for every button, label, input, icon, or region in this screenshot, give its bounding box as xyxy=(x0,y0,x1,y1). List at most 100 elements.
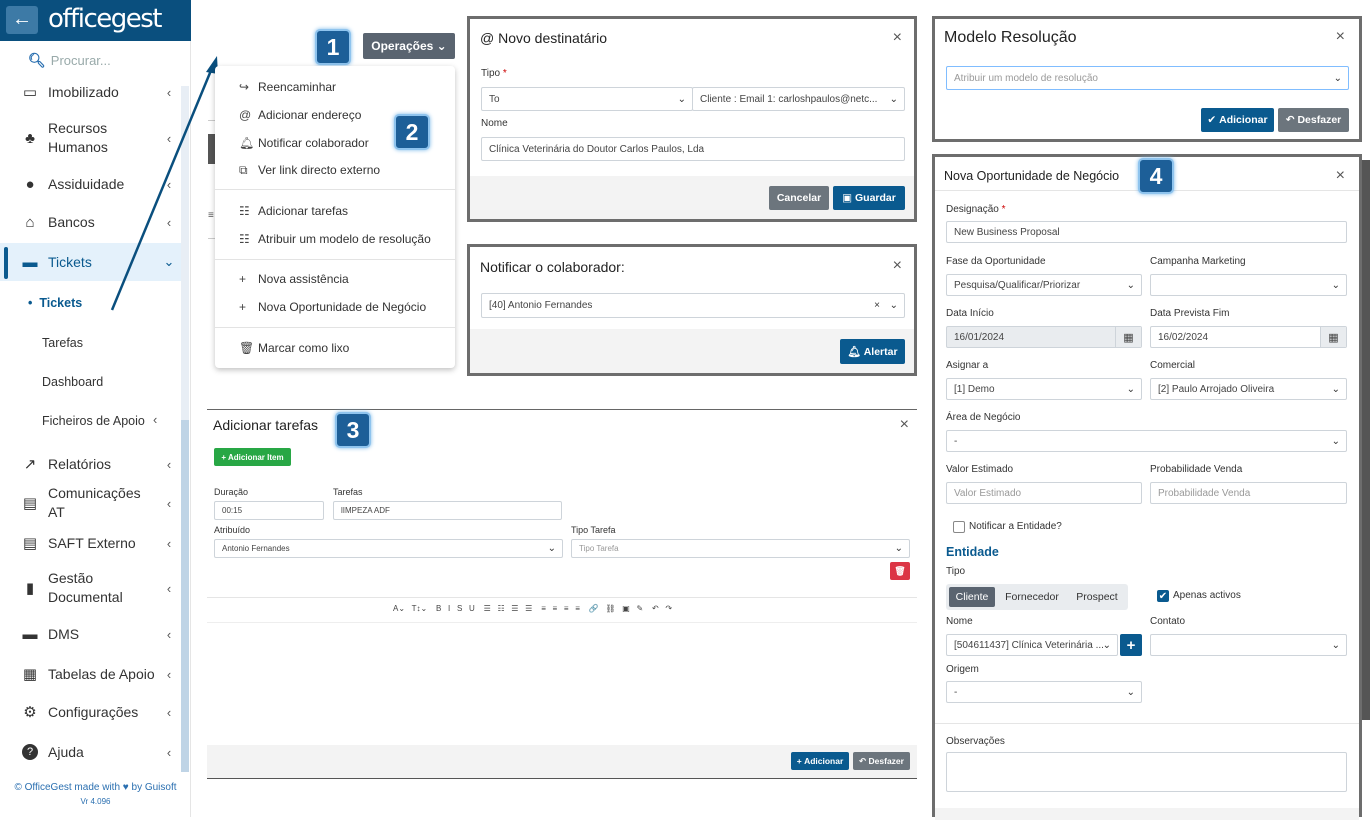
sidebar-item-configuracoes[interactable]: ⚙ Configurações ‹ xyxy=(0,700,181,724)
duracao-label: Duração xyxy=(214,487,249,497)
asignar-select[interactable]: [1] Demo ⌄ xyxy=(946,378,1142,400)
modelo-select[interactable]: Atribuir um modelo de resolução ⌄ xyxy=(946,66,1349,90)
chevron-left-icon: ‹ xyxy=(166,495,172,511)
designacao-input[interactable]: New Business Proposal xyxy=(946,221,1347,243)
nome-input[interactable]: Clínica Veterinária do Doutor Carlos Pau… xyxy=(481,137,905,161)
menu-item-atribuir-modelo[interactable]: ☷ Atribuir um modelo de resolução xyxy=(239,232,431,246)
undo-icon: ↶ xyxy=(859,755,869,766)
divider xyxy=(935,723,1359,724)
menu-item-reencaminhar[interactable]: ↪ Reencaminhar xyxy=(239,80,336,94)
close-icon[interactable]: × xyxy=(893,257,902,275)
apenas-activos-checkbox[interactable]: ✔ xyxy=(1157,590,1169,602)
tipo-select[interactable]: To ⌄ xyxy=(481,87,693,111)
sidebar-item-saft-externo[interactable]: ▤ SAFT Externo ‹ xyxy=(0,531,181,555)
chevron-down-icon: ⌄ xyxy=(1331,383,1340,395)
comercial-select[interactable]: [2] Paulo Arrojado Oliveira ⌄ xyxy=(1150,378,1347,400)
close-icon[interactable]: × xyxy=(1336,167,1345,185)
menu-item-ver-link[interactable]: ⧉ Ver link directo externo xyxy=(239,163,380,178)
add-entity-button[interactable]: + xyxy=(1120,634,1142,656)
data-fim-input[interactable]: 16/02/2024 ▦ xyxy=(1150,326,1347,348)
sidebar-subitem-tarefas[interactable]: Tarefas xyxy=(42,336,83,350)
tipo-prospect[interactable]: Prospect xyxy=(1069,587,1125,607)
campanha-select[interactable]: ⌄ xyxy=(1150,274,1347,296)
step-badge-1: 1 xyxy=(315,29,351,65)
menu-item-notificar-colaborador[interactable]: 🔔︎ Notificar colaborador xyxy=(239,136,369,150)
fase-select[interactable]: Pesquisa/Qualificar/Priorizar ⌄ xyxy=(946,274,1142,296)
sidebar-item-gestao-documental[interactable]: ▮ Gestão Documental ‹ xyxy=(0,568,181,608)
chevron-left-icon: ‹ xyxy=(166,580,172,596)
cliente-select[interactable]: Cliente : Email 1: carloshpaulos@netc...… xyxy=(692,87,905,111)
sidebar-item-tabelas-apoio[interactable]: ▦ Tabelas de Apoio ‹ xyxy=(0,662,181,686)
calendar-icon[interactable]: ▦ xyxy=(1115,327,1141,347)
atribuido-select[interactable]: Antonio Fernandes ⌄ xyxy=(214,539,563,558)
data-inicio-input[interactable]: 16/01/2024 ▦ xyxy=(946,326,1142,348)
step-badge-2: 2 xyxy=(394,114,430,150)
file-icon: ▮ xyxy=(25,580,35,597)
cancel-button[interactable]: Cancelar xyxy=(769,186,829,210)
add-button[interactable]: ✔ Adicionar xyxy=(1201,108,1274,132)
gear-icon: ⚙ xyxy=(23,704,37,721)
back-arrow-icon[interactable]: ← xyxy=(6,6,38,34)
observacoes-textarea[interactable] xyxy=(946,752,1347,792)
background-fragment xyxy=(1362,160,1370,720)
chevron-down-icon: ⌄ xyxy=(894,543,903,554)
operations-button[interactable]: Operações ⌄ xyxy=(363,33,455,59)
bell-icon: 🔔︎ xyxy=(847,346,864,358)
colaborador-select[interactable]: [40] Antonio Fernandes × ⌄ xyxy=(481,293,905,318)
close-icon[interactable]: × xyxy=(900,416,909,434)
add-button[interactable]: + Adicionar xyxy=(791,752,849,770)
undo-button[interactable]: ↶ Desfazer xyxy=(853,752,910,770)
area-select[interactable]: - ⌄ xyxy=(946,430,1347,452)
tipo-tarefa-select[interactable]: Tipo Tarefa ⌄ xyxy=(571,539,910,558)
add-item-button[interactable]: + Adicionar Item xyxy=(214,448,291,466)
chevron-left-icon: ‹ xyxy=(166,626,172,642)
menu-item-nova-assistencia[interactable]: + Nova assistência xyxy=(239,272,349,286)
contato-select[interactable]: ⌄ xyxy=(1150,634,1347,656)
adicionar-tarefas-modal: Adicionar tarefas × + Adicionar Item Dur… xyxy=(207,409,917,779)
nova-oportunidade-modal: Nova Oportunidade de Negócio × Designaçã… xyxy=(932,154,1362,820)
sidebar-subitem-dashboard[interactable]: Dashboard xyxy=(42,375,103,389)
calendar-icon[interactable]: ▦ xyxy=(1320,327,1346,347)
duracao-input[interactable]: 00:15 xyxy=(214,501,324,520)
sidebar-subitem-tickets[interactable]: • Tickets xyxy=(28,296,82,310)
undo-button[interactable]: ↶ Desfazer xyxy=(1278,108,1349,132)
table-icon: ▦ xyxy=(22,666,38,683)
menu-divider xyxy=(215,189,455,190)
sidebar-item-comunicacoes-at[interactable]: ▤ Comunicações AT ‹ xyxy=(0,485,181,520)
valor-label: Valor Estimado xyxy=(946,464,1014,475)
sidebar-item-dms[interactable]: ▬ DMS ‹ xyxy=(0,622,181,646)
prob-input[interactable]: Probabilidade Venda xyxy=(1150,482,1347,504)
close-icon[interactable]: × xyxy=(1336,28,1345,46)
menu-item-adicionar-endereco[interactable]: @ Adicionar endereço xyxy=(239,108,361,122)
origem-select[interactable]: - ⌄ xyxy=(946,681,1142,703)
editor-body[interactable] xyxy=(207,624,917,742)
menu-item-adicionar-tarefas[interactable]: ☷ Adicionar tarefas xyxy=(239,204,348,218)
sidebar-item-relatorios[interactable]: ↗ Relatórios ‹ xyxy=(0,452,181,476)
close-icon[interactable]: × xyxy=(893,29,902,47)
version-label: Vr 4.096 xyxy=(80,797,111,806)
menu-item-nova-oportunidade[interactable]: + Nova Oportunidade de Negócio xyxy=(239,300,426,314)
valor-input[interactable]: Valor Estimado xyxy=(946,482,1142,504)
tipo-fornecedor[interactable]: Fornecedor xyxy=(999,587,1065,607)
tipo-cliente[interactable]: Cliente xyxy=(949,587,995,607)
chevron-down-icon: ⌄ xyxy=(1331,639,1340,651)
sidebar-item-ajuda[interactable]: ? Ajuda ‹ xyxy=(0,740,181,764)
plus-icon: + xyxy=(239,272,247,286)
ticket-icon: ▬ xyxy=(22,253,38,271)
chevron-down-icon: ⌄ xyxy=(1126,383,1135,395)
alert-button[interactable]: 🔔︎ Alertar xyxy=(840,339,905,364)
save-icon: ▣ xyxy=(842,192,855,204)
editor-toolbar-icons[interactable]: A⌄ T↕⌄ B I S U ☰ ☷ ☰ ☰ ≡ ≡ ≡ ≡ 🔗 ⛓ ▣ ✎ ↶… xyxy=(393,604,672,613)
save-button[interactable]: ▣ Guardar xyxy=(833,186,905,210)
bullet-icon: • xyxy=(28,296,40,310)
sidebar-scrollbar-thumb[interactable] xyxy=(181,420,189,772)
bank-icon: ⌂ xyxy=(25,213,35,231)
clear-icon[interactable]: × xyxy=(874,300,880,311)
tarefas-input[interactable]: lIMPEZA ADF xyxy=(333,501,562,520)
delete-icon[interactable]: 🗑︎ xyxy=(890,562,910,580)
designacao-label: Designação * xyxy=(946,204,1006,215)
sidebar-subitem-ficheiros[interactable]: Ficheiros de Apoio xyxy=(42,414,145,428)
menu-item-marcar-lixo[interactable]: 🗑︎ Marcar como lixo xyxy=(239,341,349,355)
nome-select[interactable]: [504611437] Clínica Veterinária ... ⌄ xyxy=(946,634,1118,656)
notificar-checkbox[interactable] xyxy=(953,521,965,533)
